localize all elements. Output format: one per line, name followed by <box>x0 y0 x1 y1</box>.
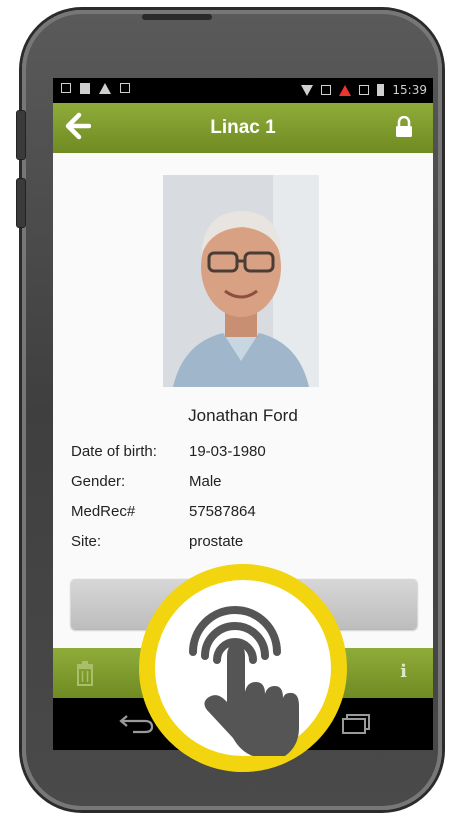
signal-icon <box>321 85 332 95</box>
info-icon[interactable]: i <box>400 661 407 682</box>
status-notifications <box>61 83 130 94</box>
info-value: Male <box>189 473 222 490</box>
notification-icon <box>80 83 90 94</box>
notification-icon <box>120 83 130 93</box>
patient-photo <box>163 175 319 387</box>
status-system: 15:39 <box>301 83 427 97</box>
touch-gesture-icon <box>139 564 347 772</box>
lock-icon[interactable] <box>395 116 413 138</box>
info-value: prostate <box>189 533 244 550</box>
warning-icon <box>99 83 111 94</box>
info-row-dob: Date of birth: 19-03-1980 <box>71 443 411 473</box>
patient-name: Jonathan Ford <box>188 406 298 425</box>
phone-speaker <box>142 14 212 20</box>
info-label: Gender: <box>71 473 126 490</box>
page-title: Linac 1 <box>210 117 276 138</box>
info-label: Date of birth: <box>71 443 157 460</box>
volume-up-button[interactable] <box>16 110 26 160</box>
status-bar: 15:39 <box>53 78 433 103</box>
stage: 15:39 Linac 1 Jonathan Ford Date of birt… <box>0 0 449 820</box>
info-row-gender: Gender: Male <box>71 473 411 503</box>
info-row-medrec: MedRec# 57587864 <box>71 503 411 533</box>
app-bar: Linac 1 <box>53 103 433 153</box>
info-value: 19-03-1980 <box>189 443 266 460</box>
signal-icon <box>359 85 370 95</box>
patient-info-list: Date of birth: 19-03-1980 Gender: Male M… <box>71 443 411 563</box>
status-time: 15:39 <box>392 83 427 97</box>
trash-icon[interactable] <box>75 660 95 686</box>
info-label: MedRec# <box>71 503 136 520</box>
info-value: 57587864 <box>189 503 256 520</box>
wifi-icon <box>301 84 314 96</box>
battery-icon <box>377 84 385 96</box>
info-row-site: Site: prostate <box>71 533 411 563</box>
volume-down-button[interactable] <box>16 178 26 228</box>
alert-icon <box>339 84 352 96</box>
info-label: Site: <box>71 533 102 550</box>
notification-icon <box>61 83 71 93</box>
